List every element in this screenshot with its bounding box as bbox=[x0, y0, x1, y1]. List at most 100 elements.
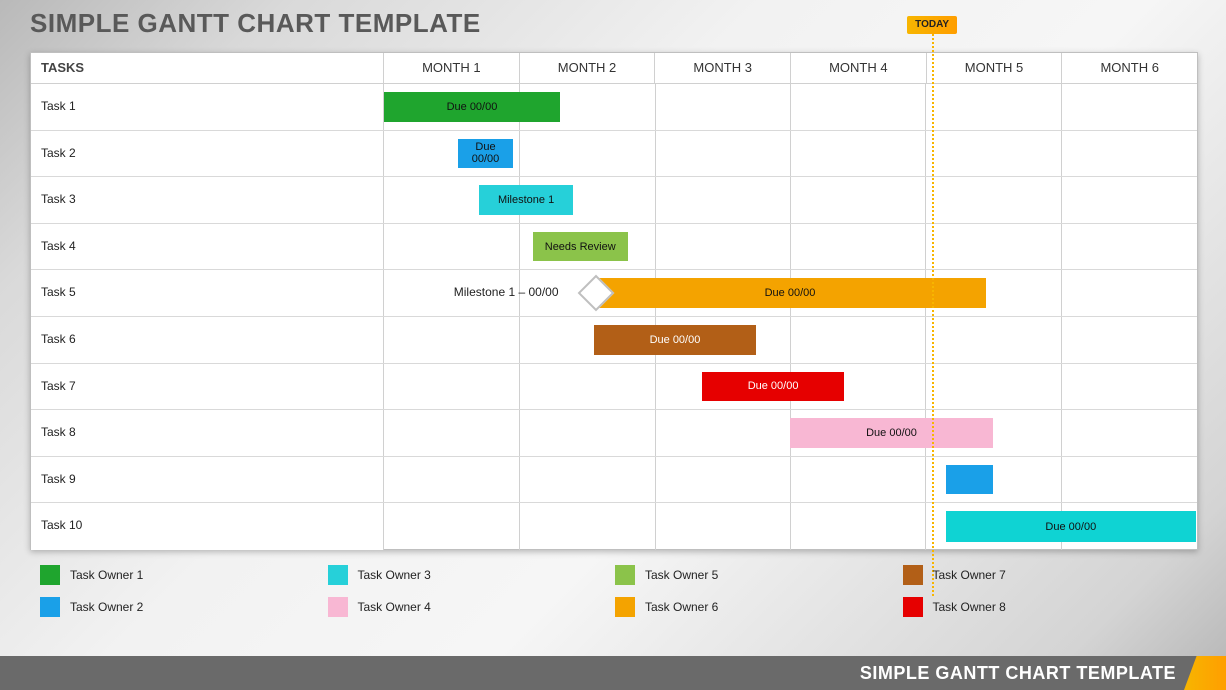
gridline bbox=[519, 364, 520, 410]
today-line bbox=[932, 34, 934, 596]
gridline bbox=[1061, 457, 1062, 503]
gantt-bar[interactable]: Due 00/00 bbox=[702, 372, 844, 402]
gridline bbox=[925, 317, 926, 363]
bars-cell: Milestone 1 bbox=[384, 177, 1197, 223]
legend-swatch bbox=[903, 597, 923, 617]
legend-label: Task Owner 2 bbox=[70, 600, 143, 614]
page-title: SIMPLE GANTT CHART TEMPLATE bbox=[30, 8, 481, 39]
gantt-bar[interactable]: Needs Review bbox=[533, 232, 628, 262]
gridline bbox=[790, 503, 791, 550]
milestone-label: Milestone 1 – 00/00 bbox=[454, 285, 559, 299]
month-header: MONTH 4 bbox=[791, 53, 927, 83]
gantt-bar[interactable]: Due 00/00 bbox=[790, 418, 993, 448]
legend-item: Task Owner 6 bbox=[615, 597, 903, 617]
gantt-row: Task 5 Due 00/00 Milestone 1 – 00/00 bbox=[31, 270, 1197, 317]
footer-bar: SIMPLE GANTT CHART TEMPLATE bbox=[0, 656, 1226, 690]
slide: SIMPLE GANTT CHART TEMPLATE TASKS MONTH … bbox=[0, 0, 1226, 690]
legend-label: Task Owner 7 bbox=[933, 568, 1006, 582]
legend-swatch bbox=[40, 565, 60, 585]
footer-title: SIMPLE GANTT CHART TEMPLATE bbox=[860, 656, 1176, 690]
gantt-bar[interactable]: Due 00/00 bbox=[384, 92, 560, 122]
gantt-body: Task 1Due 00/00Task 2Due 00/00Task 3Mile… bbox=[31, 84, 1197, 550]
gantt-bar[interactable]: Milestone 1 bbox=[479, 185, 574, 215]
gantt-row: Task 9 bbox=[31, 457, 1197, 504]
gantt-bar[interactable]: Due 00/00 bbox=[458, 139, 512, 169]
header-row: TASKS MONTH 1MONTH 2MONTH 3MONTH 4MONTH … bbox=[31, 53, 1197, 84]
legend-item: Task Owner 3 bbox=[328, 565, 616, 585]
legend-label: Task Owner 8 bbox=[933, 600, 1006, 614]
gantt-bar[interactable]: Due 00/00 bbox=[594, 325, 756, 355]
task-name-cell: Task 3 bbox=[31, 177, 384, 223]
task-name-cell: Task 6 bbox=[31, 317, 384, 363]
gridline bbox=[1061, 131, 1062, 177]
legend-item: Task Owner 5 bbox=[615, 565, 903, 585]
gridline bbox=[790, 224, 791, 270]
legend-swatch bbox=[328, 597, 348, 617]
legend-item: Task Owner 1 bbox=[40, 565, 328, 585]
gridline bbox=[790, 177, 791, 223]
bars-cell: Due 00/00 bbox=[384, 364, 1197, 410]
legend-swatch bbox=[328, 565, 348, 585]
gridline bbox=[655, 457, 656, 503]
legend-swatch bbox=[615, 565, 635, 585]
gantt-row: Task 3 Milestone 1 bbox=[31, 177, 1197, 224]
month-header: MONTH 3 bbox=[655, 53, 791, 83]
gantt-row: Task 7 Due 00/00 bbox=[31, 364, 1197, 411]
gridline bbox=[925, 84, 926, 130]
legend-swatch bbox=[903, 565, 923, 585]
months-header: MONTH 1MONTH 2MONTH 3MONTH 4MONTH 5MONTH… bbox=[384, 53, 1197, 83]
bars-cell bbox=[384, 457, 1197, 503]
legend-label: Task Owner 5 bbox=[645, 568, 718, 582]
gridline bbox=[1061, 84, 1062, 130]
bars-cell: Due 00/00 bbox=[384, 84, 1197, 130]
gantt-bar[interactable]: Due 00/00 bbox=[594, 278, 986, 308]
gridline bbox=[655, 131, 656, 177]
month-header: MONTH 5 bbox=[927, 53, 1063, 83]
gridline bbox=[925, 364, 926, 410]
tasks-column-header: TASKS bbox=[31, 53, 384, 83]
gridline bbox=[790, 131, 791, 177]
month-header: MONTH 2 bbox=[520, 53, 656, 83]
legend-label: Task Owner 3 bbox=[358, 568, 431, 582]
gantt-row: Task 4 Needs Review bbox=[31, 224, 1197, 271]
month-header: MONTH 1 bbox=[384, 53, 520, 83]
gridline bbox=[925, 457, 926, 503]
task-name-cell: Task 8 bbox=[31, 410, 384, 456]
legend: Task Owner 1 Task Owner 3 Task Owner 5 Task… bbox=[40, 565, 1190, 617]
legend-label: Task Owner 6 bbox=[645, 600, 718, 614]
bars-cell: Due 00/00 bbox=[384, 503, 1197, 550]
task-name-cell: Task 5 bbox=[31, 270, 384, 316]
gantt-bar[interactable]: Due 00/00 bbox=[946, 511, 1196, 542]
gridline bbox=[925, 131, 926, 177]
legend-swatch bbox=[615, 597, 635, 617]
gridline bbox=[655, 177, 656, 223]
gridline bbox=[519, 224, 520, 270]
gantt-panel: TASKS MONTH 1MONTH 2MONTH 3MONTH 4MONTH … bbox=[30, 52, 1198, 550]
gridline bbox=[519, 410, 520, 456]
gridline bbox=[655, 364, 656, 410]
today-flag: TODAY bbox=[907, 16, 957, 34]
gridline bbox=[1061, 317, 1062, 363]
bars-cell: Due 00/00 bbox=[384, 410, 1197, 456]
legend-item: Task Owner 2 bbox=[40, 597, 328, 617]
gridline bbox=[519, 131, 520, 177]
bars-cell: Needs Review bbox=[384, 224, 1197, 270]
gridline bbox=[1061, 177, 1062, 223]
gridline bbox=[519, 503, 520, 550]
gantt-bar[interactable] bbox=[946, 465, 993, 495]
gridline bbox=[655, 503, 656, 550]
gantt-row: Task 6 Due 00/00 bbox=[31, 317, 1197, 364]
gridline bbox=[1061, 224, 1062, 270]
gridline bbox=[1061, 364, 1062, 410]
gridline bbox=[655, 224, 656, 270]
task-name-cell: Task 10 bbox=[31, 503, 384, 550]
legend-item: Task Owner 7 bbox=[903, 565, 1191, 585]
task-name-cell: Task 9 bbox=[31, 457, 384, 503]
gantt-row: Task 1Due 00/00 bbox=[31, 84, 1197, 131]
legend-label: Task Owner 1 bbox=[70, 568, 143, 582]
task-name-cell: Task 4 bbox=[31, 224, 384, 270]
legend-label: Task Owner 4 bbox=[358, 600, 431, 614]
month-header: MONTH 6 bbox=[1062, 53, 1197, 83]
gridline bbox=[925, 177, 926, 223]
task-name-cell: Task 7 bbox=[31, 364, 384, 410]
